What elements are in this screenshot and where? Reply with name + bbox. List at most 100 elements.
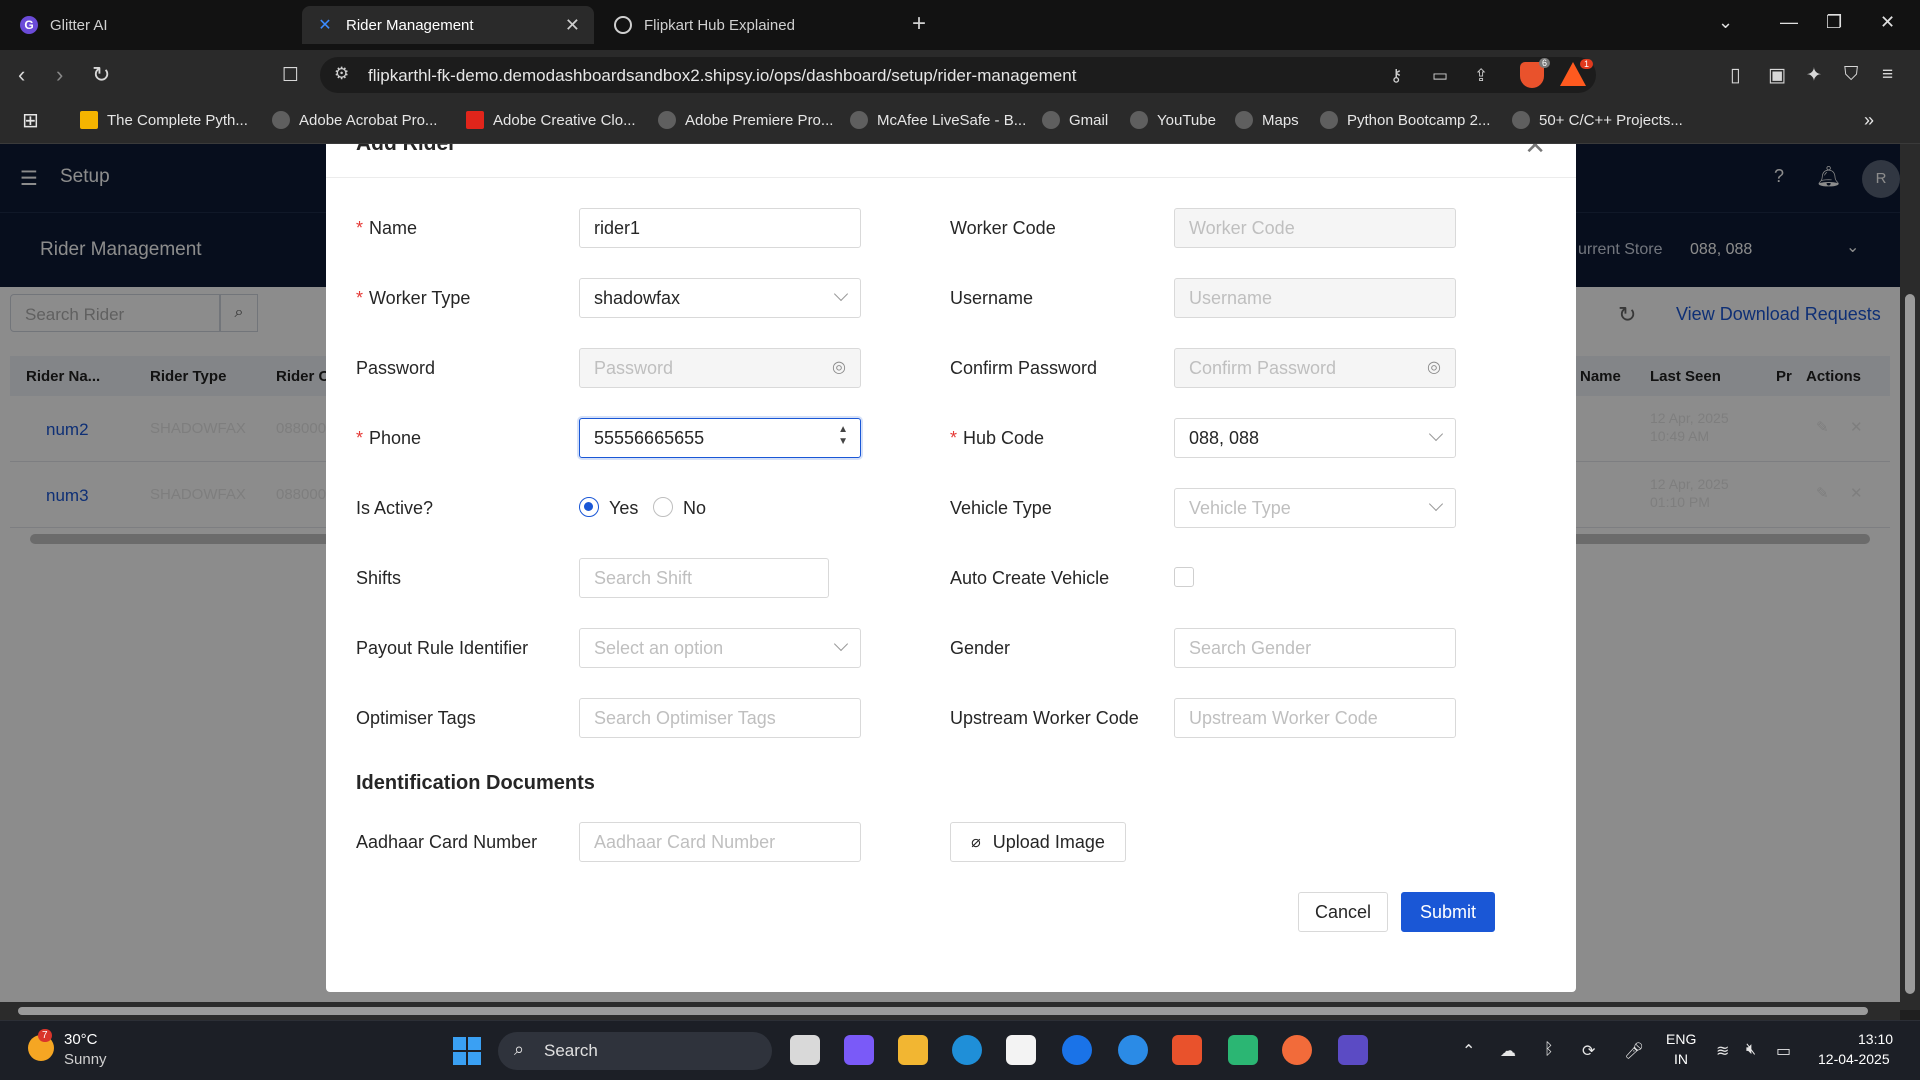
whatsapp-icon[interactable] xyxy=(1228,1035,1258,1065)
phone-field[interactable]: 55556665655 ▲ ▼ xyxy=(579,418,861,458)
clock-date[interactable]: 12-04-2025 xyxy=(1818,1051,1890,1067)
password-key-icon[interactable]: ⚷ xyxy=(1390,66,1402,86)
bookmark-item[interactable]: Python Bootcamp 2... xyxy=(1320,111,1490,129)
auto-create-vehicle-checkbox[interactable] xyxy=(1174,567,1194,587)
gender-label: Gender xyxy=(950,638,1011,658)
tab-glitter-ai[interactable]: G Glitter AI xyxy=(6,6,296,44)
sidebar-toggle-icon[interactable]: ▯ xyxy=(1730,64,1740,87)
task-view-icon[interactable] xyxy=(790,1035,820,1065)
leo-ai-icon[interactable]: ✦ xyxy=(1806,64,1822,87)
eye-hidden-icon[interactable]: ◎ xyxy=(1427,357,1441,377)
scrollbar-thumb[interactable] xyxy=(18,1007,1868,1015)
tab-rider-management[interactable]: ✕ Rider Management ✕ xyxy=(302,6,594,44)
language-top[interactable]: ENG xyxy=(1666,1031,1696,1047)
close-icon[interactable]: ✕ xyxy=(1524,144,1546,161)
shifts-label: Shifts xyxy=(356,568,402,588)
page-vertical-scrollbar[interactable] xyxy=(1900,144,1920,1010)
globe-icon xyxy=(658,111,676,129)
bookmark-item[interactable]: Adobe Creative Clo... xyxy=(466,111,636,129)
restore-icon[interactable]: ❐ xyxy=(1826,12,1842,33)
search-icon: ⌕ xyxy=(514,1039,525,1059)
bookmark-icon[interactable]: ☐ xyxy=(282,64,299,87)
menu-icon[interactable]: ≡ xyxy=(1882,64,1893,86)
back-icon[interactable]: ‹ xyxy=(18,62,25,88)
bookmark-item[interactable]: McAfee LiveSafe - B... xyxy=(850,111,1026,129)
upload-image-button[interactable]: ⌀ Upload Image xyxy=(950,822,1126,862)
copilot-icon[interactable] xyxy=(844,1035,874,1065)
bookmark-item[interactable]: The Complete Pyth... xyxy=(80,111,248,129)
bookmark-item[interactable]: Maps xyxy=(1235,111,1299,129)
bookmark-item[interactable]: Gmail xyxy=(1042,111,1108,129)
file-explorer-icon[interactable] xyxy=(898,1035,928,1065)
wallet-icon[interactable]: ▣ xyxy=(1768,64,1786,87)
apps-grid-icon[interactable]: ⊞ xyxy=(22,108,39,133)
weather-desc[interactable]: Sunny xyxy=(64,1051,107,1068)
tab-search-chevron-icon[interactable]: ⌄ xyxy=(1718,12,1733,33)
submit-button[interactable]: Submit xyxy=(1401,892,1495,932)
tab-flipkart-hub[interactable]: Flipkart Hub Explained xyxy=(600,6,890,44)
microphone-icon[interactable]: 🎤︎ xyxy=(1624,1041,1644,1061)
forward-icon[interactable]: › xyxy=(56,62,63,88)
address-bar[interactable]: ⚙ flipkarthl-fk-demo.demodashboardsandbo… xyxy=(320,57,1596,93)
weather-temp[interactable]: 30°C xyxy=(64,1031,98,1048)
windows-start-icon[interactable] xyxy=(452,1036,482,1066)
sync-app-icon[interactable] xyxy=(1118,1035,1148,1065)
number-stepper-icon[interactable]: ▲ ▼ xyxy=(838,424,848,448)
worker-type-label: * Worker Type xyxy=(356,288,471,308)
vpn-icon[interactable]: ⛉ xyxy=(1844,64,1858,86)
payout-rule-select[interactable]: Select an option xyxy=(579,628,861,668)
bookmark-item[interactable]: 50+ C/C++ Projects... xyxy=(1512,111,1683,129)
wifi-icon[interactable]: ≋ xyxy=(1716,1041,1729,1061)
postman-icon[interactable] xyxy=(1282,1035,1312,1065)
vehicle-type-select[interactable]: Vehicle Type xyxy=(1174,488,1456,528)
worker-type-select[interactable]: shadowfax xyxy=(579,278,861,318)
app-icon[interactable] xyxy=(1062,1035,1092,1065)
close-tab-icon[interactable]: ✕ xyxy=(565,15,580,36)
edge-icon[interactable] xyxy=(952,1035,982,1065)
is-active-yes-radio[interactable] xyxy=(579,497,599,517)
cancel-button[interactable]: Cancel xyxy=(1298,892,1388,932)
required-marker: * xyxy=(950,428,958,448)
shifts-search-input[interactable]: Search Shift xyxy=(579,558,829,598)
is-active-yes-label[interactable]: Yes xyxy=(609,498,638,519)
minimize-icon[interactable]: — xyxy=(1780,12,1798,33)
page-horizontal-scrollbar[interactable] xyxy=(0,1002,1900,1020)
upstream-worker-code-input[interactable]: Upstream Worker Code xyxy=(1174,698,1456,738)
is-active-no-radio[interactable] xyxy=(653,497,673,517)
scrollbar-thumb[interactable] xyxy=(1905,294,1915,994)
upstream-worker-code-label: Upstream Worker Code xyxy=(950,708,1139,728)
cast-icon[interactable]: ▭ xyxy=(1432,66,1448,86)
new-tab-icon[interactable]: + xyxy=(912,10,926,38)
clock-time[interactable]: 13:10 xyxy=(1858,1031,1893,1047)
language-bottom[interactable]: IN xyxy=(1674,1051,1688,1067)
brave-shield-icon[interactable]: 6 xyxy=(1520,58,1550,88)
bookmark-item[interactable]: Adobe Acrobat Pro... xyxy=(272,111,437,129)
site-info-icon[interactable]: ⚙ xyxy=(334,64,349,84)
is-active-no-label[interactable]: No xyxy=(683,498,706,519)
optimiser-tags-input[interactable]: Search Optimiser Tags xyxy=(579,698,861,738)
bookmark-item[interactable]: Adobe Premiere Pro... xyxy=(658,111,833,129)
volume-muted-icon[interactable]: 🔇︎ xyxy=(1746,1041,1756,1059)
bookmark-item[interactable]: YouTube xyxy=(1130,111,1216,129)
tab-title: Flipkart Hub Explained xyxy=(644,16,795,34)
aadhaar-input[interactable]: Aadhaar Card Number xyxy=(579,822,861,862)
bluetooth-icon[interactable]: ᛒ xyxy=(1544,1041,1554,1059)
gender-search-input[interactable]: Search Gender xyxy=(1174,628,1456,668)
glitter-app-icon[interactable] xyxy=(1338,1035,1368,1065)
url-text[interactable]: flipkarthl-fk-demo.demodashboardsandbox2… xyxy=(368,66,1076,86)
cloud-icon[interactable]: ☁ xyxy=(1500,1041,1516,1061)
hub-code-select[interactable]: 088, 088 xyxy=(1174,418,1456,458)
ms-store-icon[interactable] xyxy=(1006,1035,1036,1065)
taskbar-search[interactable]: ⌕ Search xyxy=(498,1032,772,1070)
more-bookmarks-icon[interactable]: » xyxy=(1864,110,1874,131)
close-window-icon[interactable]: ✕ xyxy=(1880,12,1895,33)
tray-overflow-icon[interactable]: ⌃ xyxy=(1462,1041,1475,1061)
battery-icon[interactable]: ▭ xyxy=(1776,1041,1791,1061)
brave-browser-icon[interactable] xyxy=(1172,1035,1202,1065)
name-field[interactable]: rider1 xyxy=(579,208,861,248)
sync-icon[interactable]: ⟳ xyxy=(1582,1041,1595,1061)
share-icon[interactable]: ⇪ xyxy=(1474,66,1488,86)
eye-hidden-icon[interactable]: ◎ xyxy=(832,357,846,377)
reload-icon[interactable]: ↻ xyxy=(92,62,110,88)
weather-badge: 7 xyxy=(38,1029,52,1042)
